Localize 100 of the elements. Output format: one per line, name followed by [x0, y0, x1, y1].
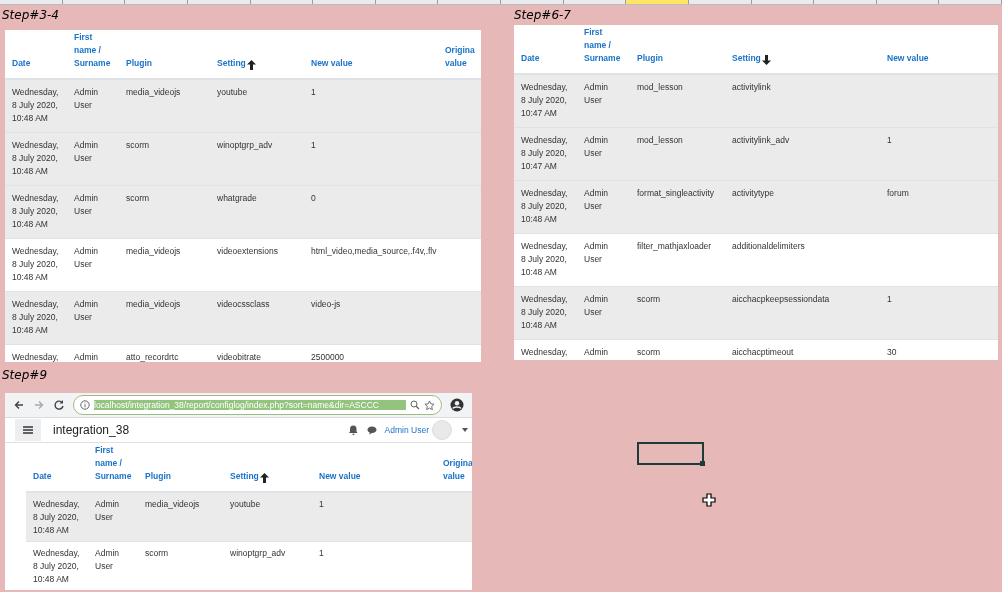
- table-cell-text: Wednesday, 8 July 2020, 10:48 AM: [11, 245, 60, 284]
- column-header-link[interactable]: Origina value: [445, 44, 481, 70]
- table-cell-text: 0: [310, 192, 317, 205]
- table-cell-text: 1: [318, 547, 325, 560]
- table-cell-text: Admin User: [73, 139, 100, 165]
- column-header-link[interactable]: Plugin: [126, 57, 152, 70]
- column-header-link[interactable]: Plugin: [145, 470, 171, 483]
- zoom-icon[interactable]: [410, 400, 420, 410]
- table-cell-text: Wednesday, 8 July 2020, 10:48 AM: [520, 187, 569, 226]
- table-cell-text: Wednesday, 8 July 2020, 10:48 AM: [11, 86, 60, 125]
- table-cell-text: scorm: [636, 346, 662, 359]
- table-cell-text: Wednesday,: [520, 346, 569, 359]
- table-cell-text: forum: [886, 187, 910, 200]
- column-header-link[interactable]: Date: [33, 470, 52, 483]
- column-header-link[interactable]: Date: [12, 57, 31, 70]
- table-cell-text: Admin User: [94, 498, 121, 524]
- table-cell-text: Wednesday, 8 July 2020, 10:47 AM: [520, 81, 569, 120]
- column-header-link[interactable]: Plugin: [637, 52, 663, 65]
- table-cell-text: Wednesday,: [11, 351, 60, 362]
- table-cell-text: html_video,media_source,.f4v,.flv: [310, 245, 438, 258]
- table-cell-text: Admin User: [583, 81, 610, 107]
- table-cell-text: 1: [886, 293, 893, 306]
- table-cell-text: Admin User: [73, 86, 100, 112]
- table-cell-text: Admin User: [583, 134, 610, 160]
- forward-icon[interactable]: [33, 399, 45, 411]
- table-cell-text: media_videojs: [125, 298, 182, 311]
- avatar[interactable]: [432, 420, 452, 440]
- table-cell-text: Admin User: [583, 293, 610, 319]
- table-cell-text: Wednesday, 8 July 2020, 10:48 AM: [32, 547, 81, 586]
- table-cell-text: Wednesday, 8 July 2020, 10:48 AM: [11, 192, 60, 231]
- table-cell-text: Admin User: [73, 298, 100, 324]
- table-cell-text: filter_mathjaxloader: [636, 240, 713, 253]
- table-cell-text: additionaldelimiters: [731, 240, 806, 253]
- table-cell-text: 1: [886, 134, 893, 147]
- table-cell-text: scorm: [636, 293, 662, 306]
- table-cell-text: Wednesday, 8 July 2020, 10:48 AM: [520, 240, 569, 279]
- table-cell-text: activitytype: [731, 187, 776, 200]
- table-cell-text: 1: [318, 498, 325, 511]
- column-header-link[interactable]: Setting: [732, 52, 771, 65]
- menu-icon: [23, 426, 33, 434]
- bell-icon[interactable]: [348, 425, 358, 435]
- table-cell-text: format_singleactivity: [636, 187, 715, 200]
- info-icon: [80, 400, 90, 410]
- table-cell-text: videoextensions: [216, 245, 279, 258]
- cell-selection: [637, 442, 706, 467]
- account-icon[interactable]: [450, 398, 464, 412]
- table-cell-text: mod_lesson: [636, 81, 684, 94]
- table-cell-text: scorm: [144, 547, 170, 560]
- table-cell-text: Admin: [73, 351, 100, 362]
- menu-button[interactable]: [15, 419, 41, 441]
- table-cell-text: Wednesday, 8 July 2020, 10:47 AM: [520, 134, 569, 173]
- table-cell-text: activitylink: [731, 81, 772, 94]
- caret-icon[interactable]: [462, 428, 468, 432]
- table-cell-text: youtube: [216, 86, 249, 99]
- star-icon[interactable]: [424, 399, 435, 411]
- plus-cursor-icon: [702, 493, 716, 507]
- caption: Step#3-4: [2, 8, 59, 22]
- reload-icon[interactable]: [53, 399, 65, 411]
- column-header-link[interactable]: New value: [887, 52, 929, 65]
- table-cell-text: aicchacptimeout: [731, 346, 795, 359]
- column-header-link[interactable]: First name / Surname: [584, 26, 622, 65]
- table-cell-text: activitylink_adv: [731, 134, 791, 147]
- table-cell-text: winoptgrp_adv: [216, 139, 274, 152]
- table-cell-text: Wednesday, 8 July 2020, 10:48 AM: [520, 293, 569, 332]
- table-cell-text: 1: [310, 86, 317, 99]
- caption: Step#9: [2, 368, 47, 382]
- chat-icon[interactable]: [366, 425, 377, 435]
- column-header-link[interactable]: New value: [311, 57, 353, 70]
- column-header[interactable]: [626, 0, 689, 4]
- table-cell-text: Admin User: [583, 240, 610, 266]
- table-cell-text: media_videojs: [125, 245, 182, 258]
- column-header-link[interactable]: Origina value: [443, 457, 472, 483]
- site-name[interactable]: integration_38: [53, 423, 349, 437]
- table-cell-text: aicchacpkeepsessiondata: [731, 293, 831, 306]
- table-cell-text: scorm: [125, 139, 151, 152]
- table-cell-text: youtube: [229, 498, 262, 511]
- table-cell-text: Admin User: [73, 245, 100, 271]
- table-cell-text: Wednesday, 8 July 2020, 10:48 AM: [11, 139, 60, 178]
- table-cell-text: Wednesday, 8 July 2020, 10:48 AM: [11, 298, 60, 337]
- table-cell-text: Wednesday, 8 July 2020, 10:48 AM: [32, 498, 81, 537]
- table-cell-text: media_videojs: [125, 86, 182, 99]
- column-header-link[interactable]: Date: [521, 52, 540, 65]
- column-header-link[interactable]: Setting: [230, 470, 269, 483]
- column-header-link[interactable]: New value: [319, 470, 361, 483]
- table-cell-text: mod_lesson: [636, 134, 684, 147]
- table-cell-text: media_videojs: [144, 498, 201, 511]
- caption: Step#6-7: [514, 8, 571, 22]
- column-header-link[interactable]: First name / Surname: [95, 444, 132, 483]
- table-cell-text: Admin User: [73, 192, 100, 218]
- table-cell-text: video-js: [310, 298, 342, 311]
- table-cell-text: 30: [886, 346, 898, 359]
- column-header-link[interactable]: Setting: [217, 57, 256, 70]
- table-cell-text: 1: [310, 139, 317, 152]
- user-name-link[interactable]: Admin User: [384, 425, 429, 435]
- table-cell-text: Admin User: [583, 187, 610, 213]
- table-cell-text: winoptgrp_adv: [229, 547, 287, 560]
- column-header-link[interactable]: First name / Surname: [74, 31, 111, 70]
- table-cell-text: videobitrate: [216, 351, 262, 362]
- back-icon[interactable]: [13, 399, 25, 411]
- table-cell-text: Admin User: [94, 547, 121, 573]
